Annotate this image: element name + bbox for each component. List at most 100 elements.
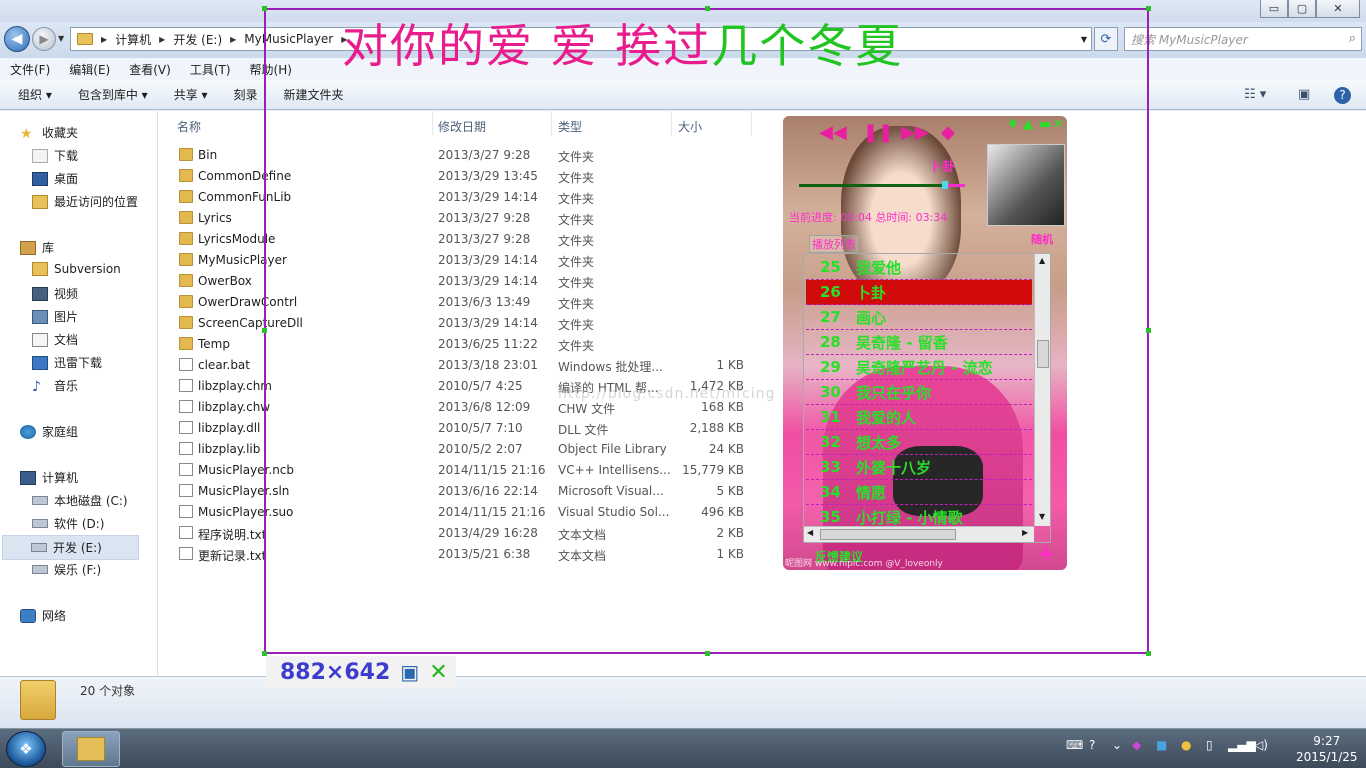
- column-divider[interactable]: [671, 111, 672, 135]
- file-row[interactable]: 程序说明.txt 2013/4/29 16:28 文本文档 2 KB: [176, 523, 756, 544]
- help-tray-icon[interactable]: ?: [1089, 738, 1095, 752]
- file-row[interactable]: Lyrics 2013/3/27 9:28 文件夹: [176, 208, 756, 229]
- forward-button[interactable]: ▶: [32, 27, 56, 51]
- nav-library-item[interactable]: 图片: [32, 308, 78, 325]
- file-row[interactable]: MyMusicPlayer 2013/3/29 14:14 文件夹: [176, 250, 756, 271]
- battery-icon[interactable]: ▯: [1206, 738, 1213, 752]
- minimize-button[interactable]: ▭: [1260, 0, 1288, 18]
- file-row[interactable]: Bin 2013/3/27 9:28 文件夹: [176, 145, 756, 166]
- mini-mode-icon[interactable]: ▲: [1023, 117, 1033, 132]
- breadcrumb-drive[interactable]: 开发 (E:): [173, 31, 222, 48]
- nav-favorite-item[interactable]: 桌面: [32, 170, 78, 187]
- save-icon[interactable]: ▣: [400, 660, 419, 684]
- nav-drive[interactable]: 软件 (D:): [32, 515, 104, 532]
- file-row[interactable]: libzplay.lib 2010/5/2 2:07 Object File Lib…: [176, 439, 756, 460]
- file-row[interactable]: OwerDrawContrl 2013/6/3 13:49 文件夹: [176, 292, 756, 313]
- nav-computer[interactable]: 计算机: [20, 469, 78, 486]
- chevron-down-icon[interactable]: ⌄: [1112, 738, 1122, 752]
- nav-library-item[interactable]: ♪ 音乐: [32, 377, 78, 395]
- playlist-item[interactable]: 31 我爱的人: [806, 405, 1032, 430]
- breadcrumb-computer[interactable]: 计算机: [115, 31, 151, 48]
- file-row[interactable]: clear.bat 2013/3/18 23:01 Windows 批处理... 1 …: [176, 355, 756, 376]
- file-row[interactable]: MusicPlayer.ncb 2014/11/15 21:16 VC++ Inte…: [176, 460, 756, 481]
- resize-handle[interactable]: [1146, 651, 1151, 656]
- menu-view[interactable]: 查看(V): [129, 61, 171, 78]
- previous-track-icon[interactable]: ◀◀: [819, 122, 847, 143]
- nav-network[interactable]: 网络: [20, 607, 66, 624]
- chevron-right-icon[interactable]: ▶: [230, 35, 236, 44]
- nav-library-item[interactable]: 迅雷下载: [32, 354, 102, 371]
- keyboard-icon[interactable]: ⌨: [1066, 738, 1083, 752]
- playlist-item[interactable]: 27 画心: [806, 305, 1032, 330]
- playlist[interactable]: 25 我爱他 26 卜卦 27 画心 28 吴奇隆 - 留香 29 吴奇隆严艺丹 - 流恋 30 我只…: [803, 253, 1051, 543]
- resize-handle[interactable]: [262, 6, 267, 11]
- app-tray-icon[interactable]: ■: [1156, 738, 1167, 752]
- file-row[interactable]: MusicPlayer.suo 2014/11/15 21:16 Visual St…: [176, 502, 756, 523]
- progress-slider[interactable]: [799, 181, 965, 189]
- file-row[interactable]: libzplay.dll 2010/5/7 7:10 DLL 文件 2,188 KB: [176, 418, 756, 439]
- next-track-icon[interactable]: ▶▶: [901, 122, 929, 143]
- refresh-button[interactable]: ⟳: [1094, 27, 1118, 51]
- signal-icon[interactable]: ▂▄▆: [1228, 738, 1256, 752]
- playlist-item-current[interactable]: 26 卜卦: [806, 280, 1032, 305]
- column-header-name[interactable]: 名称: [177, 118, 201, 135]
- volume-icon[interactable]: ◆: [941, 122, 955, 143]
- scroll-thumb[interactable]: [1037, 340, 1049, 368]
- share-button[interactable]: 共享 ▾: [174, 86, 208, 103]
- help-icon[interactable]: ?: [1334, 87, 1351, 104]
- scroll-down-icon[interactable]: ▼: [1039, 512, 1045, 521]
- file-row[interactable]: 更新记录.txt 2013/5/21 6:38 文本文档 1 KB: [176, 544, 756, 565]
- resize-handle[interactable]: [1146, 328, 1151, 333]
- taskbar-explorer-button[interactable]: [62, 731, 120, 767]
- qq-icon[interactable]: ●: [1181, 738, 1191, 752]
- back-button[interactable]: ◀: [4, 26, 30, 52]
- column-divider[interactable]: [551, 111, 552, 135]
- close-button[interactable]: ✕: [1316, 0, 1360, 18]
- resize-handle[interactable]: [1146, 6, 1151, 11]
- chevron-right-icon[interactable]: ▶: [159, 35, 165, 44]
- scroll-thumb[interactable]: [820, 529, 956, 540]
- menu-tools[interactable]: 工具(T): [190, 61, 231, 78]
- resize-handle[interactable]: [705, 651, 710, 656]
- nav-library-item[interactable]: Subversion: [32, 262, 121, 276]
- playlist-item[interactable]: 32 想太多: [806, 430, 1032, 455]
- column-header-type[interactable]: 类型: [558, 118, 582, 135]
- menu-edit[interactable]: 编辑(E): [69, 61, 110, 78]
- file-row[interactable]: LyricsModule 2013/3/27 9:28 文件夹: [176, 229, 756, 250]
- column-divider[interactable]: [751, 111, 752, 135]
- scroll-left-icon[interactable]: ◀: [807, 528, 813, 537]
- playlist-item[interactable]: 25 我爱他: [806, 255, 1032, 280]
- preview-pane-icon[interactable]: ▣: [1298, 87, 1310, 102]
- search-icon[interactable]: ⌕: [1349, 31, 1356, 46]
- nav-library-item[interactable]: 视频: [32, 285, 78, 302]
- playlist-item[interactable]: 30 我只在乎你: [806, 380, 1032, 405]
- nav-library-item[interactable]: 文档: [32, 331, 78, 348]
- column-divider[interactable]: [432, 111, 433, 135]
- playlist-item[interactable]: 34 情愿: [806, 480, 1032, 505]
- start-button[interactable]: ❖: [6, 731, 46, 767]
- menu-help[interactable]: 帮助(H): [250, 61, 292, 78]
- maximize-button[interactable]: ▢: [1288, 0, 1316, 18]
- nav-favorite-item[interactable]: 下载: [32, 147, 78, 164]
- nav-favorites[interactable]: ★ 收藏夹: [20, 124, 78, 142]
- view-options-icon[interactable]: ☷ ▾: [1244, 87, 1266, 102]
- add-song-icon[interactable]: +: [1037, 542, 1055, 567]
- nav-homegroup[interactable]: 家庭组: [20, 423, 78, 440]
- playlist-tab[interactable]: 播放列表: [809, 235, 859, 253]
- system-clock[interactable]: 9:27 2015/1/25: [1296, 733, 1358, 765]
- nav-drive-selected[interactable]: 开发 (E:): [2, 535, 139, 560]
- include-in-library-button[interactable]: 包含到库中 ▾: [78, 86, 148, 103]
- app-tray-icon[interactable]: ◆: [1132, 738, 1141, 752]
- new-folder-button[interactable]: 新建文件夹: [284, 86, 344, 103]
- file-row[interactable]: OwerBox 2013/3/29 14:14 文件夹: [176, 271, 756, 292]
- chevron-right-icon[interactable]: ▶: [101, 35, 107, 44]
- file-row[interactable]: CommonDefine 2013/3/29 13:45 文件夹: [176, 166, 756, 187]
- progress-knob[interactable]: [942, 181, 948, 189]
- menu-file[interactable]: 文件(F): [10, 61, 50, 78]
- column-header-date[interactable]: 修改日期: [438, 118, 486, 135]
- pause-icon[interactable]: ❚❚: [863, 122, 893, 143]
- nav-favorite-item[interactable]: 最近访问的位置: [32, 193, 138, 210]
- column-header-size[interactable]: 大小: [678, 118, 702, 135]
- playlist-item[interactable]: 33 外婆十八岁: [806, 455, 1032, 480]
- file-row[interactable]: CommonFunLib 2013/3/29 14:14 文件夹: [176, 187, 756, 208]
